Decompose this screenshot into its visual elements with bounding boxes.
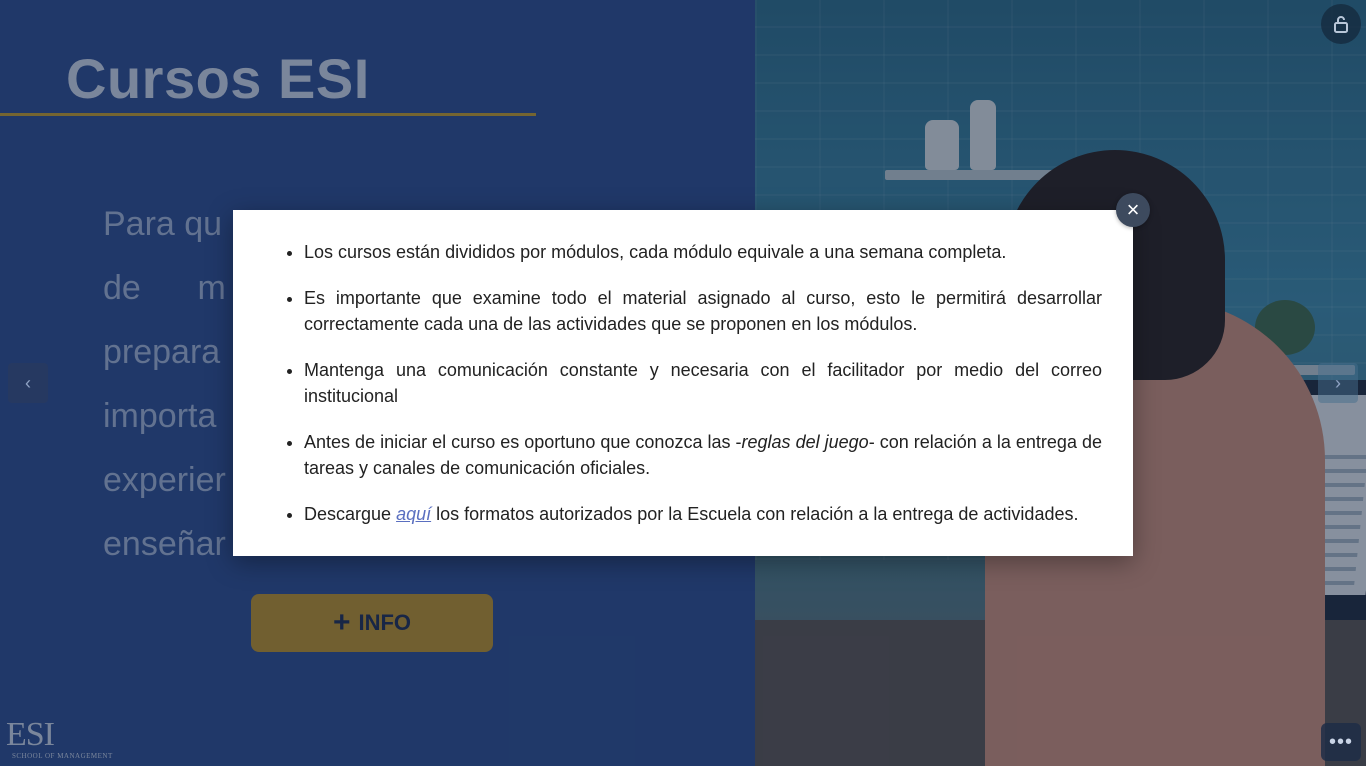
lock-button[interactable] — [1321, 4, 1361, 44]
chevron-right-icon: › — [1335, 372, 1341, 393]
list-item: Es importante que examine todo el materi… — [304, 285, 1102, 337]
chevron-left-icon: ‹ — [25, 372, 31, 393]
list-item: Descargue aquí los formatos autorizados … — [304, 501, 1102, 527]
modal-list: Los cursos están divididos por módulos, … — [304, 239, 1102, 527]
more-options-button[interactable]: ••• — [1321, 723, 1361, 761]
list-item-text: Descargue — [304, 504, 397, 524]
rules-emphasis: reglas del juego — [741, 432, 869, 452]
list-item-text: Es importante que examine todo el materi… — [304, 288, 1102, 334]
unlock-icon — [1334, 16, 1348, 33]
list-item: Los cursos están divididos por módulos, … — [304, 239, 1102, 265]
more-icon: ••• — [1328, 730, 1353, 753]
list-item: Mantenga una comunicación constante y ne… — [304, 357, 1102, 409]
next-slide-button[interactable]: › — [1318, 363, 1358, 403]
prev-slide-button[interactable]: ‹ — [8, 363, 48, 403]
list-item: Antes de iniciar el curso es oportuno qu… — [304, 429, 1102, 481]
list-item-text: los formatos autorizados por la Escuela … — [431, 504, 1079, 524]
list-item-text: Mantenga una comunicación constante y ne… — [304, 360, 1102, 406]
close-icon: × — [1126, 197, 1140, 222]
list-item-text: Los cursos están divididos por módulos, … — [304, 242, 1007, 262]
info-modal: Los cursos están divididos por módulos, … — [233, 210, 1133, 556]
close-modal-button[interactable]: × — [1116, 193, 1150, 227]
list-item-text: Antes de iniciar el curso es oportuno qu… — [304, 432, 742, 452]
download-link[interactable]: aquí — [396, 504, 431, 524]
